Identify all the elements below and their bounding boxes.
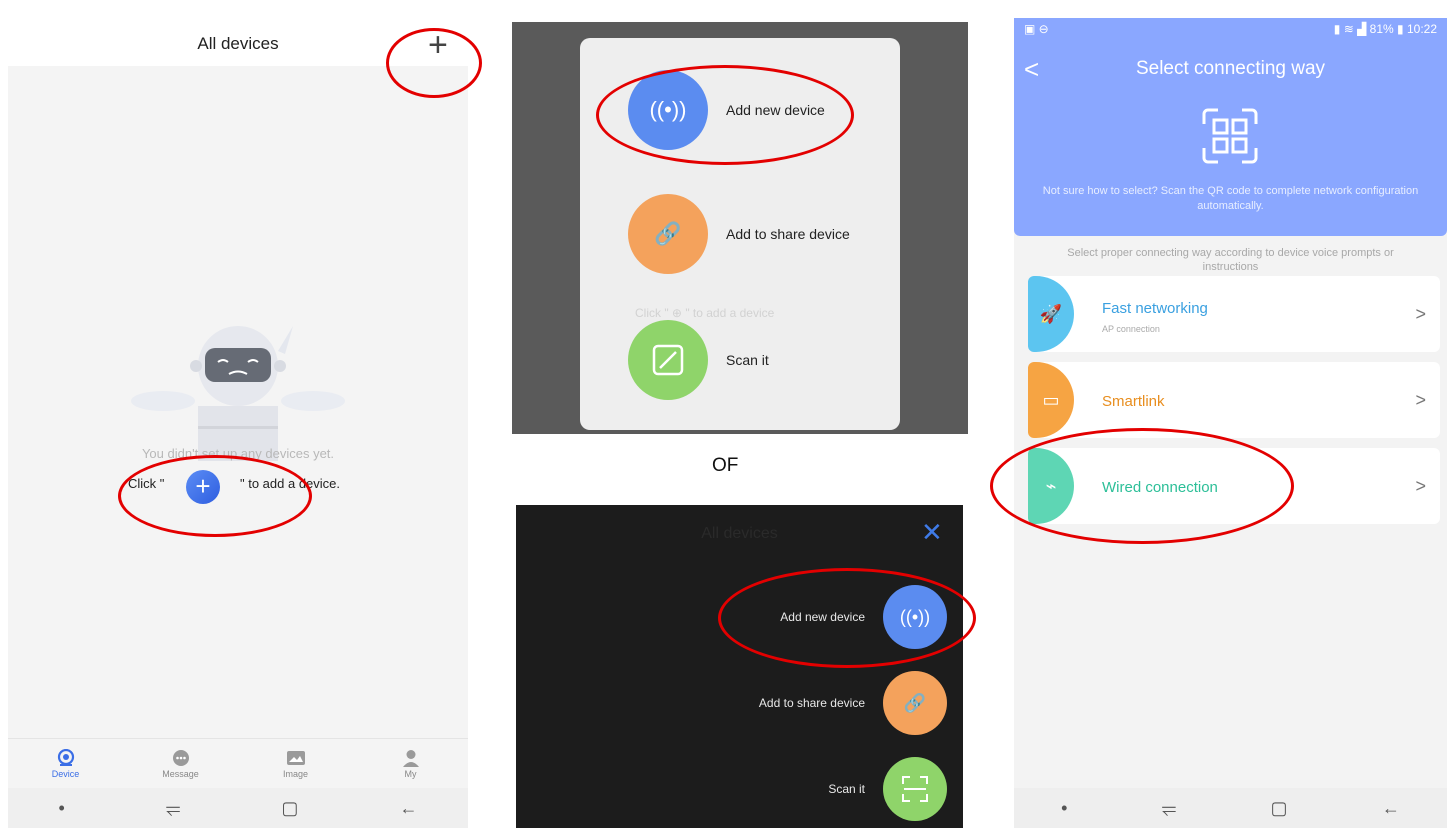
home-icon[interactable]: ▢ [281, 798, 298, 819]
clock: 10:22 [1406, 22, 1437, 36]
dot-icon[interactable]: • [59, 798, 65, 819]
back-arrow-icon[interactable]: ← [1382, 798, 1400, 819]
qr-scan-icon[interactable] [1200, 106, 1260, 166]
recent-apps-icon[interactable]: ⥫ [166, 798, 180, 819]
option-fast-networking[interactable]: 🚀 Fast networking AP connection > [1028, 276, 1440, 352]
annotation-ellipse [118, 455, 312, 537]
image-icon [286, 749, 306, 767]
bottom-tab-bar: Device Message Image My [8, 738, 468, 788]
header: ▣ ⊖ ▮ ≋ ▟ 81% ▮ 10:22 < Select connectin… [1014, 18, 1447, 236]
tab-label: Message [162, 768, 199, 779]
tutorial-canvas: All devices + You didn't set up any devi… [0, 0, 1447, 828]
instruction-text: Select proper connecting way according t… [1067, 247, 1394, 273]
option-add-share-device[interactable]: Add to share device 🔗 [759, 671, 947, 735]
option-label: Scan it [828, 782, 865, 796]
tab-message[interactable]: Message [123, 739, 238, 788]
option-add-share-device[interactable]: 🔗 Add to share device [628, 194, 850, 274]
message-icon [171, 749, 191, 767]
page-title: Select connecting way [1135, 58, 1326, 79]
chevron-right-icon: > [1415, 390, 1426, 410]
robot-illustration [131, 326, 345, 461]
option-scan-it[interactable]: Scan it [628, 320, 769, 400]
dot-icon[interactable]: • [1061, 798, 1067, 819]
link-icon: 🔗 [883, 671, 947, 735]
annotation-ellipse [990, 428, 1294, 544]
ghost-text: Click " ⊕ " to add a device [635, 306, 775, 320]
tab-my[interactable]: My [353, 739, 468, 788]
device-list-empty: You didn't set up any devices yet. Click… [8, 66, 468, 738]
android-nav-bar: • ⥫ ▢ ← [8, 788, 468, 828]
annotation-ellipse [718, 568, 976, 668]
option-label: Scan it [726, 352, 769, 368]
tab-label: My [404, 768, 417, 779]
select-connecting-way-screen: ▣ ⊖ ▮ ≋ ▟ 81% ▮ 10:22 < Select connectin… [1014, 18, 1447, 828]
option-name: Smartlink [1102, 393, 1165, 410]
back-arrow-icon[interactable]: ← [399, 798, 417, 819]
add-device-menu-dark: All devices ✕ Add new device ((•)) Add t… [516, 505, 963, 828]
page-title: All devices [701, 525, 778, 542]
tab-label: Image [282, 768, 308, 779]
user-icon [401, 749, 421, 767]
scan-icon [883, 757, 947, 821]
chevron-right-icon: > [1415, 304, 1426, 324]
separator-label: OF [712, 455, 739, 476]
tab-device[interactable]: Device [8, 739, 123, 788]
home-icon[interactable]: ▢ [1271, 798, 1288, 819]
option-scan-it[interactable]: Scan it [828, 757, 947, 821]
recent-apps-icon[interactable]: ⥫ [1162, 798, 1176, 819]
tab-image[interactable]: Image [238, 739, 353, 788]
annotation-ellipse [596, 65, 854, 165]
link-icon: 🔗 [628, 194, 708, 274]
android-nav-bar: • ⥫ ▢ ← [1014, 788, 1447, 828]
chevron-right-icon: > [1415, 476, 1426, 496]
android-icon: ▭ [1028, 362, 1074, 438]
qr-hint-text: Not sure how to select? Scan the QR code… [1042, 185, 1419, 212]
notification-icons: ▣ ⊖ [1024, 22, 1049, 36]
option-label: Add to share device [726, 226, 850, 242]
close-icon[interactable]: ✕ [921, 517, 943, 548]
option-name: Fast networking [1102, 300, 1208, 317]
option-smartlink[interactable]: ▭ Smartlink > [1028, 362, 1440, 438]
camera-icon [56, 748, 76, 767]
scan-icon [628, 320, 708, 400]
status-bar: ▣ ⊖ ▮ ≋ ▟ 81% ▮ 10:22 [1024, 22, 1437, 40]
rocket-icon: 🚀 [1028, 276, 1074, 352]
option-label: Add to share device [758, 696, 865, 710]
tab-label: Device [51, 768, 80, 779]
annotation-ellipse [386, 28, 482, 98]
battery-level: 81% [1369, 22, 1394, 36]
status-right: ▮ ≋ ▟ 81% ▮ 10:22 [1333, 22, 1437, 36]
all-devices-screen: All devices + You didn't set up any devi… [8, 18, 468, 828]
option-subtitle: AP connection [1102, 324, 1160, 334]
